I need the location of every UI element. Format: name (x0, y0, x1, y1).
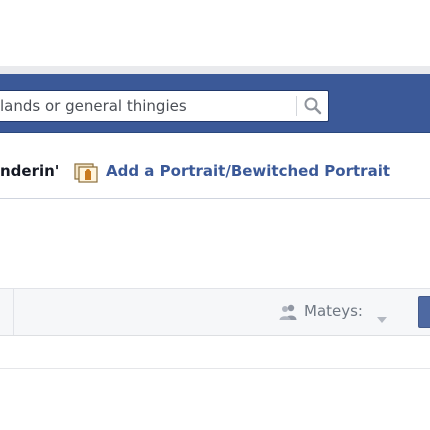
search-input[interactable]: lands or general thingies (0, 90, 329, 122)
cropped-action-button[interactable] (418, 296, 430, 328)
portrait-frame-icon[interactable] (74, 163, 98, 183)
magnifier-icon (304, 97, 322, 115)
friends-action-bar: Mateys: (0, 288, 430, 336)
bottom-divider (0, 368, 430, 369)
search-divider (296, 96, 297, 116)
composer-divider (0, 198, 430, 199)
portrait-composer-row: nderin' Add a Portrait/Bewitched Portrai… (0, 158, 430, 188)
mateys-dropdown-label[interactable]: Mateys: (304, 302, 363, 320)
left-tab-edge[interactable] (0, 289, 14, 335)
profile-name-fragment: nderin' (0, 162, 60, 180)
search-button[interactable] (302, 96, 324, 116)
search-input-value[interactable]: lands or general thingies (0, 91, 187, 121)
top-divider (0, 66, 430, 74)
page-top-whitespace (0, 0, 430, 66)
caret-down-icon[interactable] (376, 309, 388, 323)
add-portrait-link[interactable]: Add a Portrait/Bewitched Portrait (106, 162, 390, 180)
friends-icon (278, 303, 298, 321)
